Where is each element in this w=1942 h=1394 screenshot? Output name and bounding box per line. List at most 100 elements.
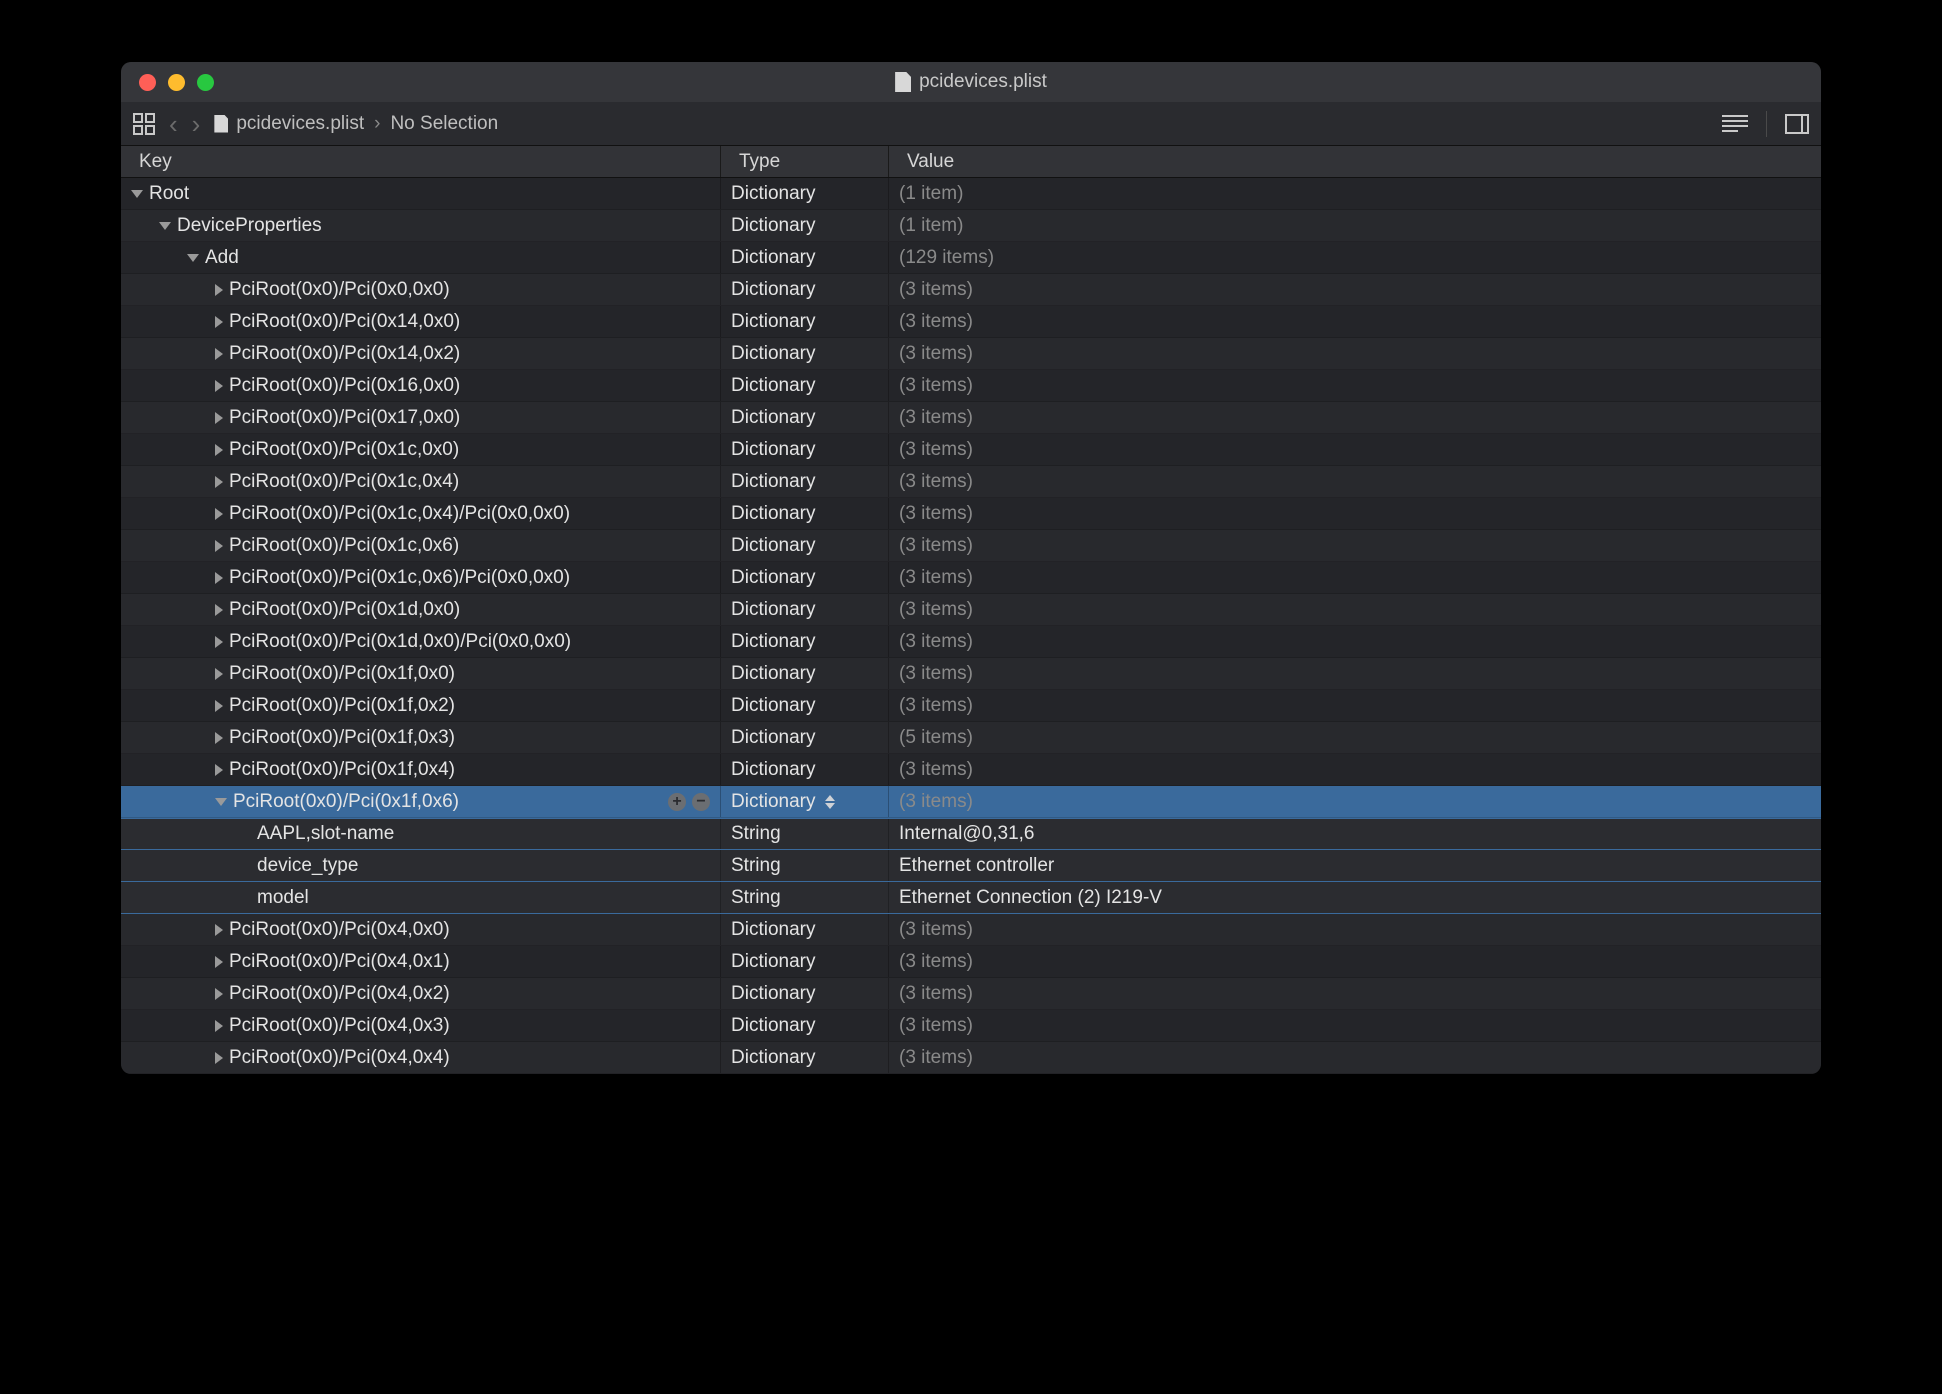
disclosure-right-icon[interactable] [215, 476, 223, 488]
key-cell[interactable]: PciRoot(0x0)/Pci(0x1f,0x3) [121, 722, 721, 753]
table-row[interactable]: AddDictionary(129 items) [121, 242, 1821, 274]
value-cell[interactable]: (3 items) [889, 786, 1821, 817]
table-row[interactable]: PciRoot(0x0)/Pci(0x1c,0x4)/Pci(0x0,0x0)D… [121, 498, 1821, 530]
disclosure-right-icon[interactable] [215, 988, 223, 1000]
value-cell[interactable]: (3 items) [889, 1042, 1821, 1073]
close-icon[interactable] [139, 74, 156, 91]
nav-back-icon[interactable]: ‹ [169, 111, 178, 137]
disclosure-right-icon[interactable] [215, 508, 223, 520]
value-cell[interactable]: Ethernet controller [889, 850, 1821, 881]
key-cell[interactable]: PciRoot(0x0)/Pci(0x16,0x0) [121, 370, 721, 401]
table-row[interactable]: PciRoot(0x0)/Pci(0x4,0x2)Dictionary(3 it… [121, 978, 1821, 1010]
key-cell[interactable]: Root [121, 178, 721, 209]
key-cell[interactable]: model [121, 882, 721, 913]
type-cell[interactable]: Dictionary [721, 530, 889, 561]
disclosure-right-icon[interactable] [215, 412, 223, 424]
value-cell[interactable]: (3 items) [889, 1010, 1821, 1041]
value-cell[interactable]: (3 items) [889, 690, 1821, 721]
type-cell[interactable]: Dictionary [721, 434, 889, 465]
value-cell[interactable]: (3 items) [889, 626, 1821, 657]
header-key[interactable]: Key [121, 146, 721, 177]
value-cell[interactable]: (3 items) [889, 498, 1821, 529]
key-cell[interactable]: PciRoot(0x0)/Pci(0x1c,0x6)/Pci(0x0,0x0) [121, 562, 721, 593]
value-cell[interactable]: (3 items) [889, 978, 1821, 1009]
value-cell[interactable]: (3 items) [889, 946, 1821, 977]
type-cell[interactable]: Dictionary [721, 978, 889, 1009]
table-row[interactable]: PciRoot(0x0)/Pci(0x1c,0x0)Dictionary(3 i… [121, 434, 1821, 466]
type-cell[interactable]: Dictionary [721, 1010, 889, 1041]
table-row[interactable]: PciRoot(0x0)/Pci(0x1f,0x0)Dictionary(3 i… [121, 658, 1821, 690]
type-cell[interactable]: Dictionary [721, 370, 889, 401]
table-row[interactable]: PciRoot(0x0)/Pci(0x14,0x2)Dictionary(3 i… [121, 338, 1821, 370]
header-type[interactable]: Type [721, 146, 889, 177]
table-row[interactable]: PciRoot(0x0)/Pci(0x1f,0x3)Dictionary(5 i… [121, 722, 1821, 754]
key-cell[interactable]: Add [121, 242, 721, 273]
disclosure-right-icon[interactable] [215, 700, 223, 712]
value-cell[interactable]: (3 items) [889, 306, 1821, 337]
key-cell[interactable]: PciRoot(0x0)/Pci(0x1d,0x0)/Pci(0x0,0x0) [121, 626, 721, 657]
table-row[interactable]: PciRoot(0x0)/Pci(0x1f,0x2)Dictionary(3 i… [121, 690, 1821, 722]
table-row[interactable]: PciRoot(0x0)/Pci(0x4,0x3)Dictionary(3 it… [121, 1010, 1821, 1042]
key-cell[interactable]: PciRoot(0x0)/Pci(0x14,0x0) [121, 306, 721, 337]
disclosure-right-icon[interactable] [215, 348, 223, 360]
disclosure-right-icon[interactable] [215, 636, 223, 648]
table-row[interactable]: PciRoot(0x0)/Pci(0x0,0x0)Dictionary(3 it… [121, 274, 1821, 306]
value-cell[interactable]: (129 items) [889, 242, 1821, 273]
key-cell[interactable]: PciRoot(0x0)/Pci(0x1c,0x6) [121, 530, 721, 561]
table-row[interactable]: RootDictionary(1 item) [121, 178, 1821, 210]
key-cell[interactable]: PciRoot(0x0)/Pci(0x1f,0x6)+− [121, 786, 721, 817]
minimize-icon[interactable] [168, 74, 185, 91]
value-cell[interactable]: (3 items) [889, 562, 1821, 593]
value-cell[interactable]: (3 items) [889, 434, 1821, 465]
key-cell[interactable]: PciRoot(0x0)/Pci(0x4,0x4) [121, 1042, 721, 1073]
disclosure-right-icon[interactable] [215, 284, 223, 296]
disclosure-down-icon[interactable] [187, 254, 199, 262]
key-cell[interactable]: PciRoot(0x0)/Pci(0x1c,0x4)/Pci(0x0,0x0) [121, 498, 721, 529]
type-cell[interactable]: Dictionary [721, 242, 889, 273]
header-value[interactable]: Value [889, 146, 1821, 177]
disclosure-right-icon[interactable] [215, 316, 223, 328]
key-cell[interactable]: AAPL,slot-name [121, 819, 721, 849]
value-cell[interactable]: (3 items) [889, 658, 1821, 689]
disclosure-right-icon[interactable] [215, 924, 223, 936]
disclosure-right-icon[interactable] [215, 444, 223, 456]
nav-forward-icon[interactable]: › [192, 111, 201, 137]
type-cell[interactable]: Dictionary [721, 658, 889, 689]
table-row[interactable]: PciRoot(0x0)/Pci(0x16,0x0)Dictionary(3 i… [121, 370, 1821, 402]
type-cell[interactable]: Dictionary [721, 786, 889, 817]
value-cell[interactable]: (3 items) [889, 338, 1821, 369]
disclosure-right-icon[interactable] [215, 604, 223, 616]
disclosure-right-icon[interactable] [215, 956, 223, 968]
disclosure-right-icon[interactable] [215, 540, 223, 552]
disclosure-down-icon[interactable] [159, 222, 171, 230]
key-cell[interactable]: PciRoot(0x0)/Pci(0x1f,0x2) [121, 690, 721, 721]
table-row[interactable]: PciRoot(0x0)/Pci(0x4,0x0)Dictionary(3 it… [121, 914, 1821, 946]
key-cell[interactable]: device_type [121, 850, 721, 881]
type-cell[interactable]: Dictionary [721, 210, 889, 241]
disclosure-right-icon[interactable] [215, 380, 223, 392]
value-cell[interactable]: (3 items) [889, 274, 1821, 305]
table-row[interactable]: DevicePropertiesDictionary(1 item) [121, 210, 1821, 242]
disclosure-right-icon[interactable] [215, 572, 223, 584]
key-cell[interactable]: PciRoot(0x0)/Pci(0x14,0x2) [121, 338, 721, 369]
disclosure-right-icon[interactable] [215, 668, 223, 680]
key-cell[interactable]: PciRoot(0x0)/Pci(0x17,0x0) [121, 402, 721, 433]
table-row[interactable]: PciRoot(0x0)/Pci(0x4,0x1)Dictionary(3 it… [121, 946, 1821, 978]
value-cell[interactable]: Internal@0,31,6 [889, 819, 1821, 849]
disclosure-right-icon[interactable] [215, 1052, 223, 1064]
remove-icon[interactable]: − [692, 793, 710, 811]
disclosure-right-icon[interactable] [215, 1020, 223, 1032]
table-row[interactable]: PciRoot(0x0)/Pci(0x1f,0x6)+−Dictionary(3… [121, 786, 1821, 818]
value-cell[interactable]: (3 items) [889, 530, 1821, 561]
table-row[interactable]: device_typeStringEthernet controller [121, 850, 1821, 882]
type-cell[interactable]: Dictionary [721, 722, 889, 753]
value-cell[interactable]: (3 items) [889, 594, 1821, 625]
key-cell[interactable]: PciRoot(0x0)/Pci(0x4,0x2) [121, 978, 721, 1009]
key-cell[interactable]: PciRoot(0x0)/Pci(0x1f,0x0) [121, 658, 721, 689]
value-cell[interactable]: Ethernet Connection (2) I219-V [889, 882, 1821, 913]
text-mode-icon[interactable] [1722, 115, 1748, 133]
key-cell[interactable]: PciRoot(0x0)/Pci(0x4,0x3) [121, 1010, 721, 1041]
table-row[interactable]: PciRoot(0x0)/Pci(0x17,0x0)Dictionary(3 i… [121, 402, 1821, 434]
table-row[interactable]: PciRoot(0x0)/Pci(0x1d,0x0)Dictionary(3 i… [121, 594, 1821, 626]
type-cell[interactable]: Dictionary [721, 306, 889, 337]
